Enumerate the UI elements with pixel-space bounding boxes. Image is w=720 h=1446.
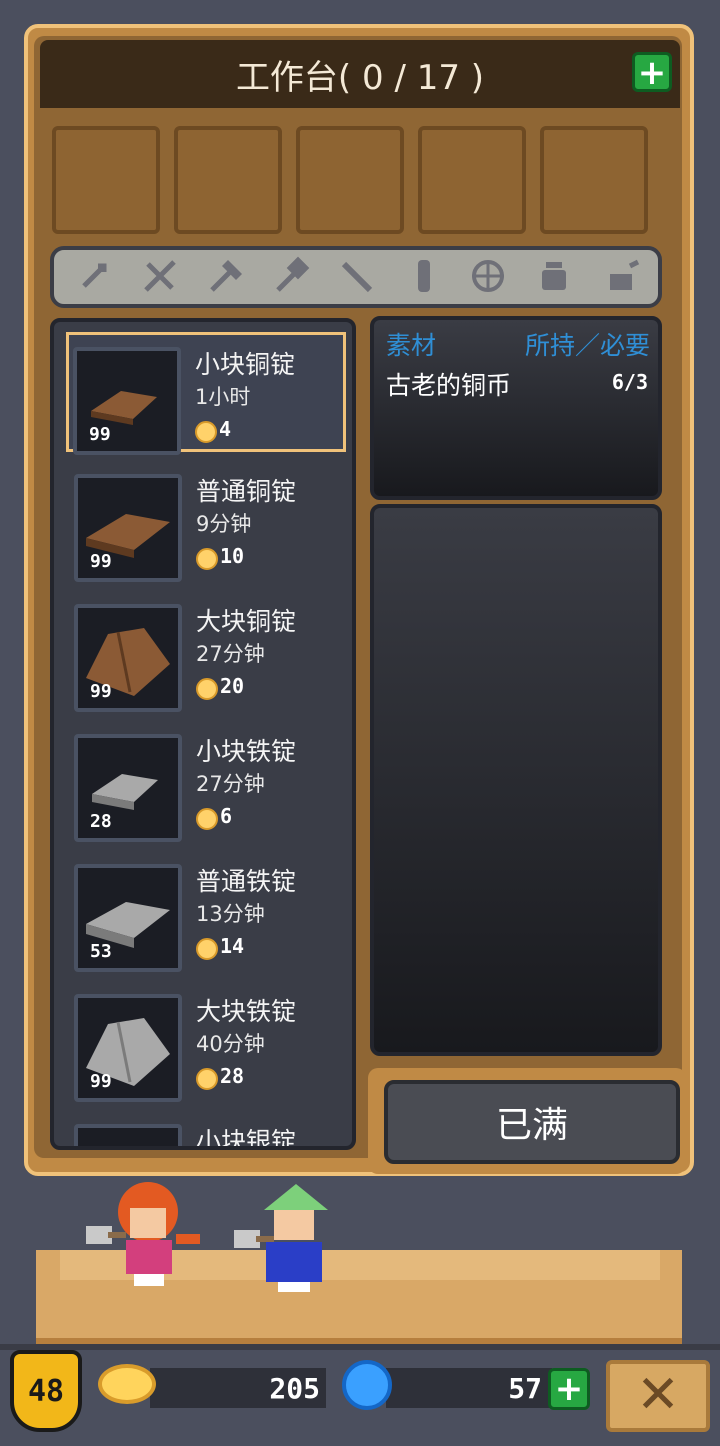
item-name: 普通铜锭 [196,477,297,506]
close-button[interactable]: ✕ [606,1360,710,1432]
recipe-item[interactable]: 28 小块铁锭 27分钟 6 [70,722,342,842]
work-slot-5[interactable] [540,126,648,234]
item-price: 28 [220,1064,245,1088]
red-hair-smith-character [86,1182,200,1286]
axe-icon[interactable] [206,256,246,296]
item-price: 4 [219,417,232,441]
gem-icon [342,1360,392,1410]
dagger-icon[interactable] [74,256,114,296]
gold-amount: 205 [269,1372,320,1405]
item-time: 27分钟 [196,642,265,666]
title-bar: 工作台( 0 / 17 ) [40,40,680,108]
item-count: 28 [90,811,112,832]
hammer-icon[interactable] [270,256,310,296]
recipe-item[interactable]: 53 普通铁锭 13分钟 14 [70,852,342,972]
gem-display: 57 [386,1368,552,1408]
item-price: 6 [220,804,233,828]
item-thumbnail: 99 [74,994,182,1102]
item-price: 14 [220,934,245,958]
staff-icon[interactable] [336,256,376,296]
item-time: 9分钟 [196,512,252,536]
item-count: 99 [90,1071,112,1092]
work-slot-2[interactable] [174,126,282,234]
recipe-item[interactable]: 99 大块铜锭 27分钟 20 [70,592,342,712]
coin-icon [196,938,218,960]
item-name: 大块铜锭 [196,607,297,636]
sword-icon[interactable] [140,256,180,296]
item-time: 40分钟 [196,1032,265,1056]
buy-gems-button[interactable]: + [548,1368,590,1410]
blue-smith-character [234,1184,328,1292]
item-thumbnail: 99 [74,474,182,582]
item-name: 小块铜锭 [195,350,296,379]
gem-amount: 57 [508,1372,542,1405]
item-time: 1小时 [195,385,251,409]
item-price: 10 [220,544,245,568]
materials-panel: 素材 所持／必要 古老的铜币 6/3 [370,316,662,500]
item-name: 小块铁锭 [196,737,297,766]
item-thumbnail: 53 [74,864,182,972]
level-badge: 48 [10,1350,82,1432]
recipe-item[interactable]: 小块银锭 [70,1112,342,1150]
item-thumbnail [74,1124,182,1146]
coin-icon [196,808,218,830]
item-time: 13分钟 [196,902,265,926]
gold-display: 205 [150,1368,326,1408]
coin-icon [196,1068,218,1090]
coin-icon [196,548,218,570]
bow-icon[interactable] [468,256,508,296]
item-thumbnail: 99 [74,604,182,712]
pot-icon[interactable] [534,256,574,296]
item-price: 20 [220,674,245,698]
recipe-item[interactable]: 99 小块铜锭 1小时 4 [66,332,346,455]
item-count: 99 [90,681,112,702]
item-thumbnail: 99 [73,347,181,455]
item-count: 53 [90,941,112,962]
material-name: 古老的铜币 [386,371,512,400]
recipe-list[interactable]: 99 小块铜锭 1小时 4 99 普通铜锭 9分钟 10 99 大块铜锭 27分… [50,318,356,1150]
item-name: 普通铁锭 [196,867,297,896]
work-slot-1[interactable] [52,126,160,234]
coin-icon [195,421,217,443]
coin-icon [196,678,218,700]
work-slot-4[interactable] [418,126,526,234]
gun-icon[interactable] [404,256,444,296]
item-time: 27分钟 [196,772,265,796]
item-count: 99 [89,424,111,445]
material-quantity: 6/3 [611,370,648,394]
owned-required-header: 所持／必要 [524,331,650,360]
full-button[interactable]: 已满 [384,1080,680,1164]
item-count: 99 [90,551,112,572]
recipe-item[interactable]: 99 普通铜锭 9分钟 10 [70,462,342,582]
item-thumbnail: 28 [74,734,182,842]
gold-coin-icon [98,1364,156,1404]
workbench-title: 工作台( 0 / 17 ) [235,57,485,98]
detail-panel [370,504,662,1056]
materials-header: 素材 [386,331,437,360]
item-name: 大块铁锭 [196,997,297,1026]
item-name: 小块银锭 [196,1127,297,1150]
add-slot-button[interactable]: + [632,52,672,92]
misc-icon[interactable] [604,256,644,296]
work-slot-3[interactable] [296,126,404,234]
recipe-item[interactable]: 99 大块铁锭 40分钟 28 [70,982,342,1102]
